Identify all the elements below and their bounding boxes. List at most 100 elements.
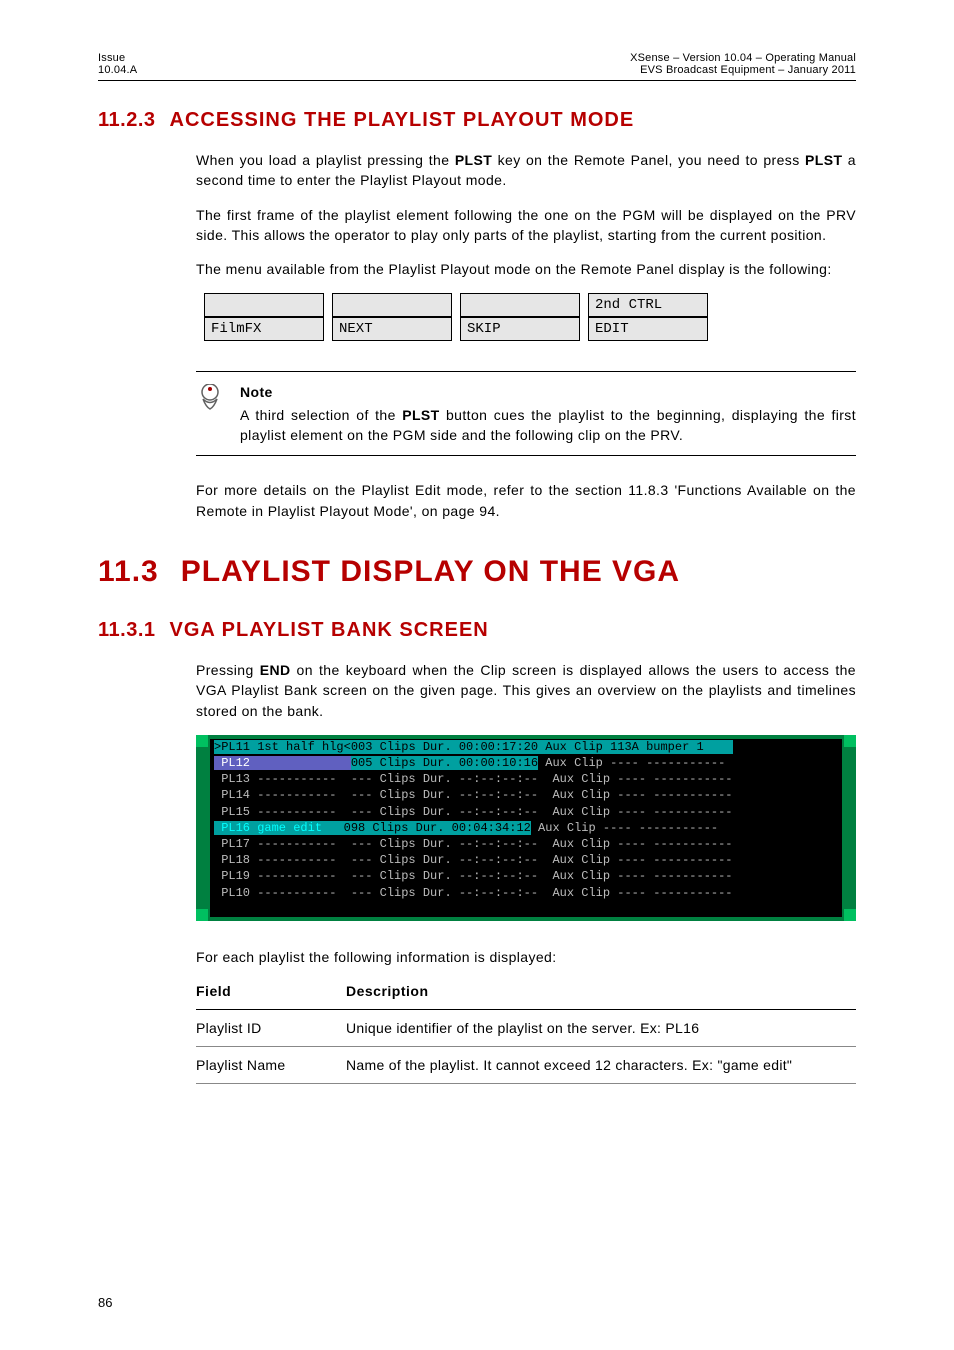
field-name: Playlist ID [196,1009,346,1046]
section-1123-heading: 11.2.3 ACCESSING THE PLAYLIST PLAYOUT MO… [98,109,856,132]
vga-aux-clip: Aux Clip ---- ----------- [538,772,740,786]
vga-aux-clip: Aux Clip ---- ----------- [538,805,740,819]
vga-row: PL15 ----------- --- Clips Dur. --:--:--… [210,804,842,820]
table-row: Playlist IDUnique identifier of the play… [196,1009,856,1046]
plst-button-ref: PLST [402,407,439,423]
scroll-corner-icon [844,735,856,747]
issue-value: 10.04.A [98,64,137,76]
section-1131-heading: 11.3.1 VGA PLAYLIST BANK SCREEN [98,619,856,642]
vga-playlist-id-name: PL16 game edit [214,821,344,835]
vga-duration: Dur. 00:04:34:12 [416,821,531,835]
vga-clip-count: --- Clips [344,837,423,851]
vga-duration: Dur. --:--:--:-- [423,788,538,802]
para-info-displayed: For each playlist the following informat… [196,949,856,965]
section-113-title: PLAYLIST DISPLAY ON THE VGA [181,555,680,589]
section-113-number: 11.3 [98,555,159,589]
vga-duration: Dur. --:--:--:-- [423,772,538,786]
vga-row: PL12 005 Clips Dur. 00:00:10:16 Aux Clip… [210,755,842,771]
para-first-frame: The first frame of the playlist element … [196,205,856,246]
vga-clip-count: --- Clips [344,772,423,786]
vga-aux-clip: Aux Clip ---- ----------- [538,837,740,851]
para-more-details: For more details on the Playlist Edit mo… [196,480,856,521]
text-span: on the keyboard when the Clip screen is … [196,662,856,719]
field-description: Unique identifier of the playlist on the… [346,1009,856,1046]
vga-aux-clip: Aux Clip ---- ----------- [538,886,740,900]
section-1131-number: 11.3.1 [98,619,156,642]
note-block: Note A third selection of the PLST butto… [196,371,856,456]
end-key: END [260,662,291,678]
plst-key-1: PLST [455,152,492,168]
vga-aux-clip: Aux Clip ---- ----------- [538,788,740,802]
vga-playlist-id-name: PL19 ----------- [214,869,344,883]
para-load-playlist: When you load a playlist pressing the PL… [196,150,856,191]
field-name: Playlist Name [196,1046,346,1083]
menu-cell-edit: EDIT [588,317,708,341]
header-right: XSense – Version 10.04 – Operating Manua… [630,52,856,76]
text-span: When you load a playlist pressing the [196,152,455,168]
col-field: Field [196,977,346,1010]
menu-cell-r1c2 [332,293,452,317]
vga-playlist-id-name: PL14 ----------- [214,788,344,802]
header-rule [98,80,856,81]
vga-row [210,901,842,917]
remote-menu-table: 2nd CTRL FilmFX NEXT SKIP EDIT [196,293,716,341]
vga-clip-count: --- Clips [344,869,423,883]
plst-key-2: PLST [805,152,842,168]
vga-playlist-id-name: PL10 ----------- [214,886,344,900]
vga-clip-count: 098 Clips [344,821,416,835]
vga-duration: Dur. --:--:--:-- [423,837,538,851]
section-113-heading: 11.3 PLAYLIST DISPLAY ON THE VGA [98,555,856,589]
vga-row: PL19 ----------- --- Clips Dur. --:--:--… [210,868,842,884]
vga-clip-count: --- Clips [344,853,423,867]
scroll-corner-icon [196,735,208,747]
vga-playlist-id-name: PL18 ----------- [214,853,344,867]
vga-clip-count: 003 Clips [351,740,423,754]
vga-playlist-id-name: PL17 ----------- [214,837,344,851]
vga-row: PL14 ----------- --- Clips Dur. --:--:--… [210,787,842,803]
vga-clip-count: 005 Clips [351,756,423,770]
vga-duration: Dur. --:--:--:-- [423,869,538,883]
scroll-corner-icon [196,909,208,921]
menu-cell-next: NEXT [332,317,452,341]
vga-row: PL18 ----------- --- Clips Dur. --:--:--… [210,852,842,868]
vga-row: PL10 ----------- --- Clips Dur. --:--:--… [210,885,842,901]
vga-clip-count: --- Clips [344,805,423,819]
text-span: Pressing [196,662,260,678]
text-span: A third selection of the [240,407,402,423]
vga-duration: Dur. 00:00:17:20 [423,740,538,754]
vga-playlist-id-name: PL15 ----------- [214,805,344,819]
col-description: Description [346,977,856,1010]
field-description-table: Field Description Playlist IDUnique iden… [196,977,856,1084]
product-name: XSense – Version 10.04 – Operating Manua… [630,52,856,64]
vga-row: PL16 game edit 098 Clips Dur. 00:04:34:1… [210,820,842,836]
vga-playlist-id-name [214,902,740,916]
para-pressing-end: Pressing END on the keyboard when the Cl… [196,660,856,721]
vga-duration: Dur. --:--:--:-- [423,805,538,819]
vga-clip-count: --- Clips [344,788,423,802]
vga-aux-clip: Aux Clip 113A bumper 1 [538,740,732,754]
vga-row: PL17 ----------- --- Clips Dur. --:--:--… [210,836,842,852]
vga-playlist-id-name: PL12 [214,756,351,770]
scroll-corner-icon [844,909,856,921]
para-menu-intro: The menu available from the Playlist Pla… [196,259,856,279]
issue-label: Issue [98,52,137,64]
menu-cell-2nd-ctrl: 2nd CTRL [588,293,708,317]
menu-cell-filmfx: FilmFX [204,317,324,341]
note-title: Note [240,382,856,402]
note-icon [196,382,224,445]
header-left: Issue 10.04.A [98,52,137,76]
menu-cell-r1c3 [460,293,580,317]
section-1123-title: ACCESSING THE PLAYLIST PLAYOUT MODE [170,109,635,132]
page-header: Issue 10.04.A XSense – Version 10.04 – O… [98,52,856,76]
vga-row: PL13 ----------- --- Clips Dur. --:--:--… [210,771,842,787]
field-description: Name of the playlist. It cannot exceed 1… [346,1046,856,1083]
vga-duration: Dur. --:--:--:-- [423,886,538,900]
note-body: Note A third selection of the PLST butto… [240,382,856,445]
vga-aux-clip: Aux Clip ---- ----------- [538,853,740,867]
vendor-line: EVS Broadcast Equipment – January 2011 [630,64,856,76]
vga-clip-count: --- Clips [344,886,423,900]
vga-screenshot: >PL11 1st half hlg<003 Clips Dur. 00:00:… [196,735,856,921]
text-span: key on the Remote Panel, you need to pre… [492,152,805,168]
vga-playlist-id-name: PL13 ----------- [214,772,344,786]
vga-duration: Dur. 00:00:10:16 [423,756,538,770]
